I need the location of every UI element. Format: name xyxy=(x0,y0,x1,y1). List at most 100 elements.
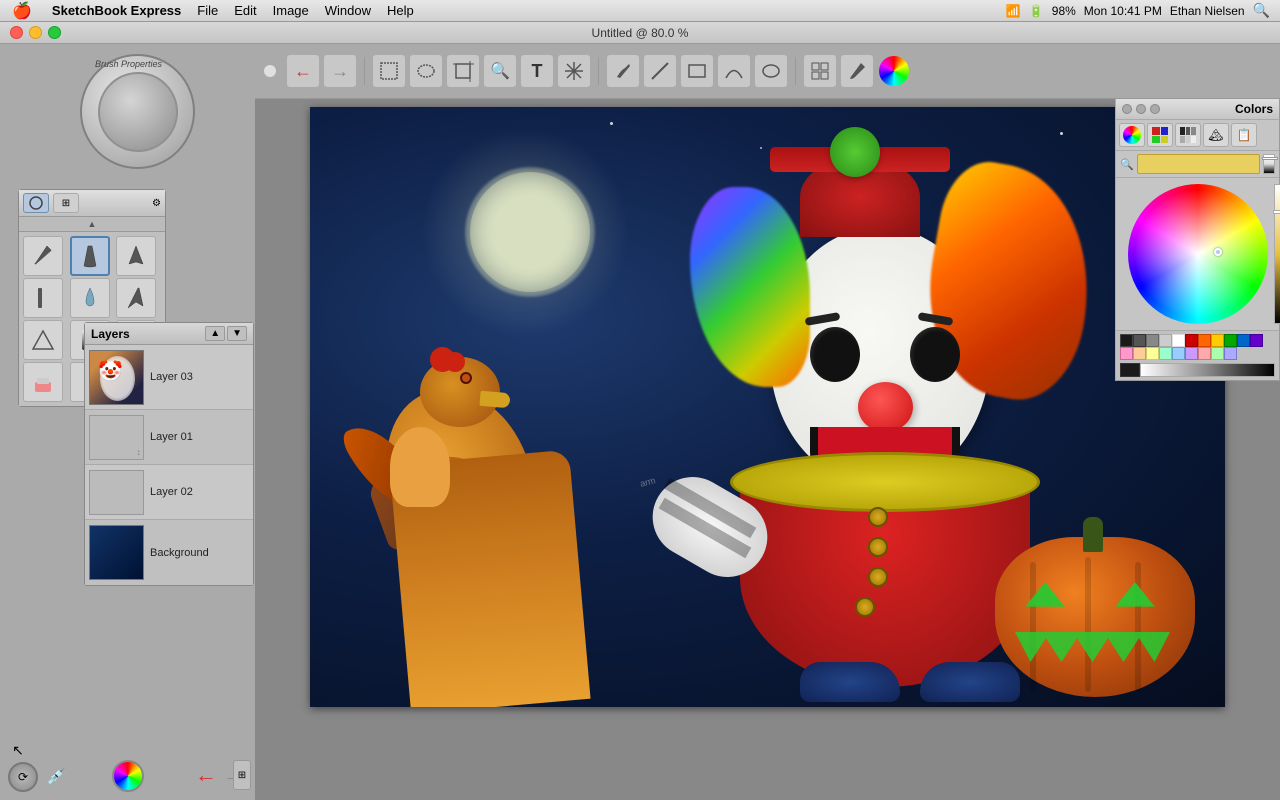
app-name[interactable]: SketchBook Express xyxy=(44,3,189,18)
swatch-extra2[interactable] xyxy=(1211,347,1224,360)
apple-menu[interactable]: 🍎 xyxy=(0,1,44,21)
select-rect-btn[interactable] xyxy=(372,54,406,88)
swatch-light[interactable] xyxy=(1159,334,1172,347)
swatch-yellow[interactable] xyxy=(1211,334,1224,347)
brush-ink[interactable] xyxy=(116,236,156,276)
pen-btn[interactable] xyxy=(606,54,640,88)
color-tab-swatches[interactable] xyxy=(1147,123,1173,147)
swatch-pink[interactable] xyxy=(1120,347,1133,360)
thumb xyxy=(390,427,450,507)
star-3 xyxy=(1060,132,1063,135)
brush-thin[interactable] xyxy=(116,278,156,318)
redo-btn[interactable]: → xyxy=(323,54,357,88)
color-panel-dot-2[interactable] xyxy=(1136,104,1146,114)
menu-image[interactable]: Image xyxy=(265,3,317,18)
swatch-ltblue[interactable] xyxy=(1172,347,1185,360)
swatch-lavender[interactable] xyxy=(1185,347,1198,360)
brush-tab-2[interactable]: ⊞ xyxy=(53,193,79,213)
cursor-tool[interactable]: ↖ xyxy=(8,740,28,760)
swatch-med[interactable] xyxy=(1146,334,1159,347)
layer-item-03[interactable]: 🤡 Layer 03 xyxy=(85,345,253,410)
color-tab-image[interactable]: 🏔 xyxy=(1203,123,1229,147)
maximize-button[interactable] xyxy=(48,26,61,39)
brush-settings[interactable]: ⚙ xyxy=(152,198,161,209)
color-tab-wheel[interactable] xyxy=(1119,123,1145,147)
current-color-swatch[interactable] xyxy=(1120,363,1140,377)
color-panel-dot-3[interactable] xyxy=(1150,104,1160,114)
layer-item-background[interactable]: Background xyxy=(85,520,253,585)
layer-item-01[interactable]: ↕ Layer 01 xyxy=(85,410,253,465)
menu-window[interactable]: Window xyxy=(317,3,379,18)
brush-tool-btn[interactable] xyxy=(840,54,874,88)
username: Ethan Nielsen xyxy=(1170,4,1245,18)
color-wheel-btn[interactable] xyxy=(877,54,911,88)
rotate-tool[interactable]: ⟳ xyxy=(8,762,38,792)
minimize-button[interactable] xyxy=(29,26,42,39)
color-mini-wheel[interactable] xyxy=(112,760,144,792)
search-icon[interactable]: 🔍 xyxy=(1253,2,1270,19)
moon-halo xyxy=(420,127,630,337)
canvas-close-dot[interactable] xyxy=(263,64,277,78)
swatch-black[interactable] xyxy=(1120,334,1133,347)
menu-file[interactable]: File xyxy=(189,3,226,18)
rect-shape-btn[interactable] xyxy=(680,54,714,88)
ellipse-btn[interactable] xyxy=(754,54,788,88)
battery-icon: 🔋 xyxy=(1029,4,1044,18)
crop-btn[interactable] xyxy=(446,54,480,88)
brush-eraser[interactable] xyxy=(23,362,63,402)
swatch-red[interactable] xyxy=(1185,334,1198,347)
swatch-white[interactable] xyxy=(1172,334,1185,347)
stamp-btn[interactable] xyxy=(803,54,837,88)
brush-circle[interactable] xyxy=(80,54,195,169)
brush-flat[interactable] xyxy=(23,278,63,318)
left-edge-tools: ↖ xyxy=(8,740,28,760)
swatch-blue[interactable] xyxy=(1237,334,1250,347)
color-wheel-wrapper[interactable] xyxy=(1128,184,1268,324)
color-brightness-slider[interactable] xyxy=(1274,184,1280,324)
close-button[interactable] xyxy=(10,26,23,39)
arc-btn[interactable] xyxy=(717,54,751,88)
swatch-peach[interactable] xyxy=(1133,347,1146,360)
left-panel: Brush Properties ⊞ ⚙ ▲ xyxy=(0,44,255,800)
prev-arrow[interactable]: ← xyxy=(195,762,217,788)
color-gradient-bar[interactable] xyxy=(1140,363,1275,377)
swatch-purple[interactable] xyxy=(1250,334,1263,347)
canvas[interactable]: arm xyxy=(310,107,1225,707)
color-search-field[interactable] xyxy=(1137,154,1260,174)
layer-up-btn[interactable]: ▲ xyxy=(205,326,225,341)
color-brightness-bar[interactable] xyxy=(1263,154,1275,174)
layer-name-bg: Background xyxy=(150,547,209,559)
brush-triangle[interactable] xyxy=(23,320,63,360)
color-tab-grid[interactable] xyxy=(1175,123,1201,147)
layer-down-btn[interactable]: ▼ xyxy=(227,326,247,341)
undo-btn[interactable]: ← xyxy=(286,54,320,88)
brush-tab-1[interactable] xyxy=(23,193,49,213)
layers-toggle-btn[interactable]: ⊞ xyxy=(233,760,251,790)
menu-edit[interactable]: Edit xyxy=(226,3,264,18)
swatch-mint[interactable] xyxy=(1159,347,1172,360)
brush-marker[interactable] xyxy=(70,236,110,276)
swatch-ltyellow[interactable] xyxy=(1146,347,1159,360)
swatch-dark[interactable] xyxy=(1133,334,1146,347)
transform-btn[interactable] xyxy=(557,54,591,88)
color-tab-palette[interactable]: 📋 xyxy=(1231,123,1257,147)
color-wheel-white-overlay xyxy=(1128,184,1268,324)
eyedropper-tool[interactable]: 💉 xyxy=(44,765,68,789)
brush-expand[interactable]: ▲ xyxy=(19,217,165,232)
swatch-orange[interactable] xyxy=(1198,334,1211,347)
brush-drop[interactable] xyxy=(70,278,110,318)
swatch-extra1[interactable] xyxy=(1198,347,1211,360)
brush-pencil[interactable] xyxy=(23,236,63,276)
swatch-extra3[interactable] xyxy=(1224,347,1237,360)
text-btn[interactable]: T xyxy=(520,54,554,88)
swatch-green[interactable] xyxy=(1224,334,1237,347)
separator-2 xyxy=(598,57,599,85)
clown-eye-right xyxy=(910,327,960,382)
zoom-btn[interactable]: 🔍 xyxy=(483,54,517,88)
color-panel-dot-1[interactable] xyxy=(1122,104,1132,114)
menu-help[interactable]: Help xyxy=(379,3,422,18)
layer-item-02[interactable]: Layer 02 xyxy=(85,465,253,520)
select-lasso-btn[interactable] xyxy=(409,54,443,88)
color-wheel[interactable] xyxy=(1128,184,1268,324)
line-btn[interactable] xyxy=(643,54,677,88)
